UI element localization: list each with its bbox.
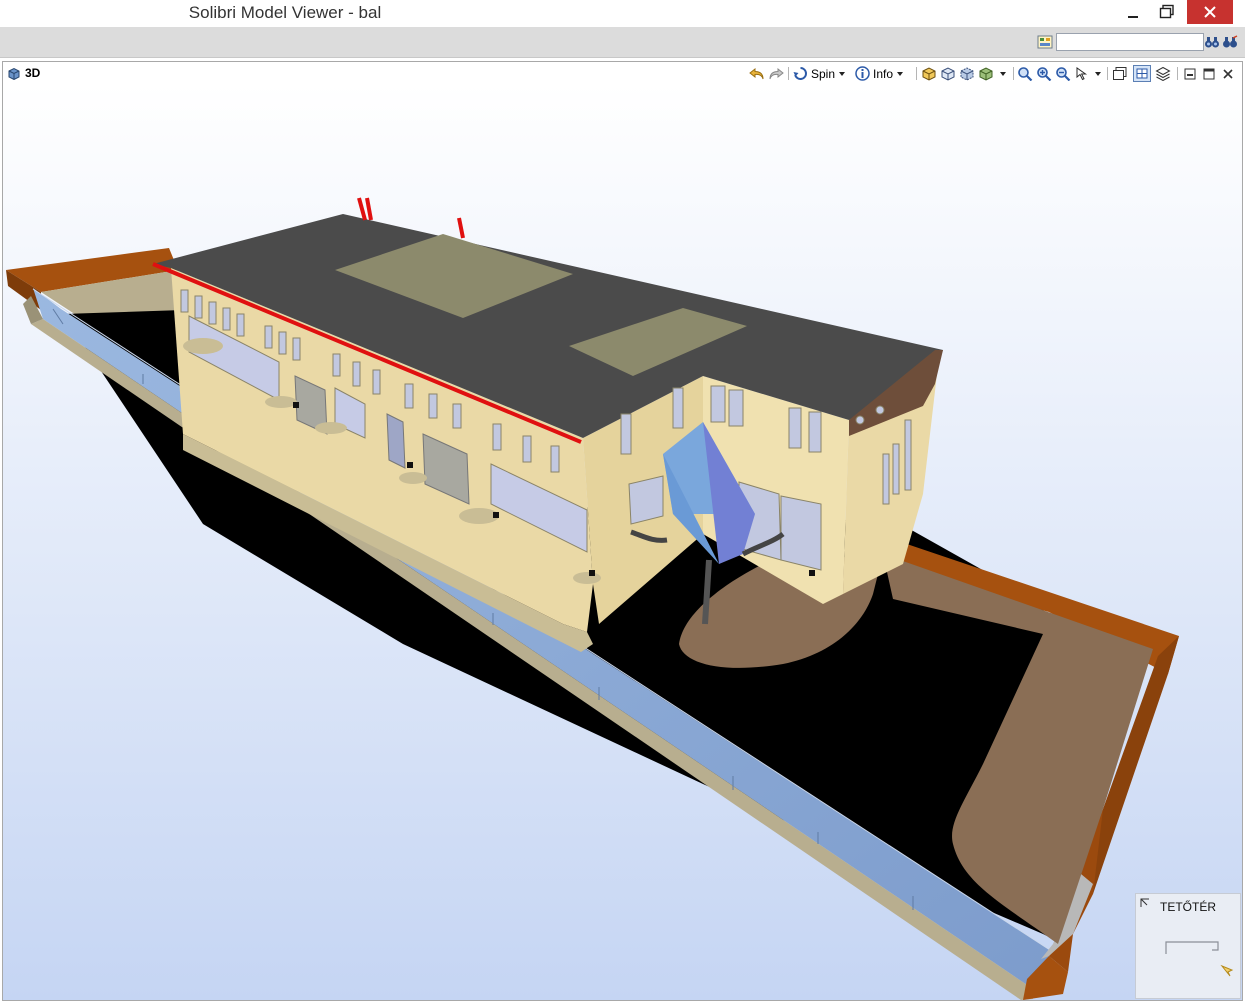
- layers-icon: [1155, 66, 1171, 81]
- view-wireframe-button[interactable]: [940, 65, 956, 82]
- separator: [1177, 67, 1178, 80]
- view-transparent-button[interactable]: [959, 65, 975, 82]
- navigator-icon: [1133, 65, 1151, 82]
- cube-icon: [979, 67, 993, 81]
- view-close-button[interactable]: [1221, 65, 1235, 82]
- undo-icon: [749, 67, 764, 79]
- cube-icon: [960, 67, 974, 81]
- separator: [916, 67, 917, 80]
- chevron-down-icon[interactable]: [839, 71, 846, 76]
- viewpoint-cursor-icon[interactable]: [1220, 964, 1234, 978]
- redo-button[interactable]: [768, 65, 784, 82]
- separator: [1107, 67, 1108, 80]
- pan-button[interactable]: [1074, 65, 1101, 82]
- layers-button[interactable]: [1155, 65, 1171, 82]
- info-label: Info: [873, 66, 894, 81]
- layout-icon: [1113, 67, 1127, 80]
- navigator-panel[interactable]: TETŐTÉR: [1135, 893, 1241, 999]
- close-icon: [1223, 68, 1233, 79]
- search-input[interactable]: [1056, 33, 1204, 51]
- view-minimize-button[interactable]: [1183, 65, 1197, 82]
- zoom-icon: [1056, 67, 1071, 81]
- close-button[interactable]: [1187, 0, 1233, 24]
- minimize-icon: [1184, 68, 1196, 79]
- 3d-view-panel: 3D Spin Info TETŐTÉR: [2, 61, 1243, 1001]
- zoom-icon: [1037, 67, 1052, 81]
- view-solid-button[interactable]: [978, 65, 1006, 82]
- info-icon: [855, 66, 870, 81]
- close-icon: [1204, 6, 1216, 18]
- view-front-button[interactable]: [921, 65, 937, 82]
- 3d-model-canvas[interactable]: [3, 84, 1242, 1000]
- maximize-button[interactable]: [1150, 0, 1184, 24]
- chevron-down-icon[interactable]: [1000, 71, 1006, 76]
- browse-icon[interactable]: [1037, 35, 1053, 49]
- zoom-in-button[interactable]: [1036, 65, 1052, 82]
- spin-icon: [793, 67, 807, 80]
- separator: [788, 67, 789, 80]
- view-tab-title: 3D: [25, 66, 41, 80]
- expand-corner-icon[interactable]: [1140, 898, 1150, 908]
- minimize-icon: [1128, 16, 1138, 18]
- binoculars-icon[interactable]: [1222, 35, 1238, 49]
- navigator-toggle-button[interactable]: [1133, 65, 1151, 82]
- chevron-down-icon[interactable]: [1095, 71, 1101, 76]
- info-button[interactable]: Info: [855, 65, 904, 82]
- maximize-icon: [1159, 4, 1174, 19]
- zoom-out-button[interactable]: [1055, 65, 1071, 82]
- top-toolbar: [0, 27, 1245, 58]
- view-header: 3D Spin Info: [3, 62, 1242, 84]
- view-maximize-button[interactable]: [1202, 65, 1216, 82]
- search-icon[interactable]: [1204, 35, 1220, 49]
- window-title: Solibri Model Viewer - bal: [188, 3, 382, 22]
- floor-label: TETŐTÉR: [1160, 900, 1216, 914]
- zoom-icon: [1018, 67, 1033, 81]
- undo-button[interactable]: [749, 65, 765, 82]
- spin-button[interactable]: Spin: [793, 65, 846, 82]
- chevron-down-icon[interactable]: [897, 71, 904, 76]
- maximize-icon: [1203, 68, 1215, 79]
- spin-label: Spin: [811, 66, 836, 81]
- minimize-button[interactable]: [1118, 0, 1148, 24]
- cube-icon: [922, 67, 936, 81]
- floor-plan-icon: [1165, 941, 1219, 954]
- viewpoint-button[interactable]: [1112, 65, 1128, 82]
- redo-icon: [769, 67, 784, 79]
- title-bar: Solibri Model Viewer - bal: [0, 0, 1245, 27]
- cube-icon: [941, 67, 955, 81]
- zoom-fit-button[interactable]: [1017, 65, 1033, 82]
- separator: [1013, 67, 1014, 80]
- cube-icon: [8, 67, 20, 80]
- pan-icon: [1076, 67, 1088, 81]
